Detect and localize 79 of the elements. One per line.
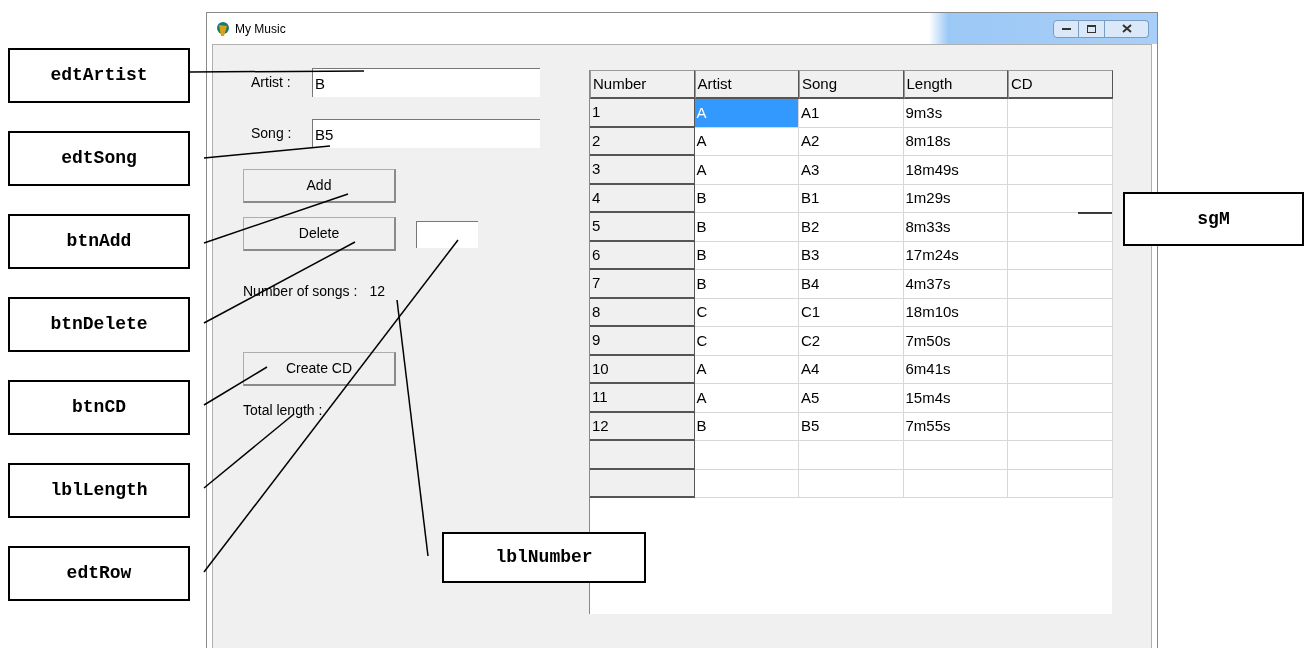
row-header-cell: 1 (590, 99, 695, 128)
table-cell: B2 (799, 213, 904, 242)
table-cell: A1 (799, 99, 904, 128)
table-cell: A2 (799, 127, 904, 156)
row-header-cell: 6 (590, 241, 695, 270)
app-icon (215, 20, 231, 37)
row-field[interactable] (416, 220, 478, 248)
length-label: Total length : (243, 401, 323, 420)
callout-label: edtArtist (8, 48, 190, 103)
table-cell: 1m29s (903, 184, 1008, 213)
row-header-cell: 2 (590, 127, 695, 156)
column-header: CD (1008, 70, 1113, 99)
field-label: Song : (251, 124, 293, 143)
row-header-cell: 9 (590, 327, 695, 356)
close-icon (1121, 24, 1132, 33)
row-header-cell: 7 (590, 270, 695, 299)
row-header-cell: 5 (590, 213, 695, 242)
callout-label: edtSong (8, 131, 190, 186)
table-cell: A4 (799, 355, 904, 384)
callout-label: sgM (1123, 192, 1304, 246)
minimize-button[interactable] (1053, 19, 1079, 38)
table-cell: A3 (799, 156, 904, 185)
table-cell: 8m33s (903, 213, 1008, 242)
song-field[interactable]: B5 (312, 119, 540, 148)
callout-label: lblLength (8, 463, 190, 518)
row-header-cell: 11 (590, 384, 695, 413)
table-cell: B (694, 241, 799, 270)
callout-label: btnDelete (8, 297, 190, 352)
table-cell: A (694, 384, 799, 413)
table-cell: A (694, 99, 799, 128)
table-cell: B (694, 412, 799, 441)
table-cell: A (694, 127, 799, 156)
table-cell: 7m55s (903, 412, 1008, 441)
column-header: Artist (694, 70, 799, 99)
table-cell: B5 (799, 412, 904, 441)
row-header-cell: 10 (590, 355, 695, 384)
table-cell: B (694, 213, 799, 242)
artist-field[interactable]: B (312, 68, 540, 97)
table-cell: C (694, 327, 799, 356)
table-cell: 17m24s (903, 241, 1008, 270)
table-cell: 6m41s (903, 355, 1008, 384)
songs-count: 12 (369, 282, 385, 301)
table-cell: A5 (799, 384, 904, 413)
table-cell: 7m50s (903, 327, 1008, 356)
field-label: Artist : (251, 73, 292, 92)
table-cell: A (694, 355, 799, 384)
callout-label: lblNumber (442, 532, 646, 583)
table-cell: A (694, 156, 799, 185)
maximize-button[interactable] (1079, 19, 1105, 38)
callout-label: btnCD (8, 380, 190, 435)
leader-line (1077, 212, 1113, 214)
table-cell: C1 (799, 298, 904, 327)
column-header: Number (590, 70, 695, 99)
table-cell: 4m37s (903, 270, 1008, 299)
table-cell: B (694, 184, 799, 213)
row-header-cell: 4 (590, 184, 695, 213)
table-cell: B4 (799, 270, 904, 299)
push-button[interactable]: Create CD (243, 352, 396, 386)
table-cell: 15m4s (903, 384, 1008, 413)
push-button[interactable]: Add (243, 169, 396, 203)
callout-label: edtRow (8, 546, 190, 601)
window-title: My Music (235, 20, 286, 38)
column-header: Song (799, 70, 904, 99)
table-cell: C2 (799, 327, 904, 356)
row-header-cell: 12 (590, 412, 695, 441)
table-cell: B3 (799, 241, 904, 270)
push-button[interactable]: Delete (243, 217, 396, 251)
callout-label: btnAdd (8, 214, 190, 269)
row-header-cell: 3 (590, 156, 695, 185)
table-cell: 8m18s (903, 127, 1008, 156)
table-cell: 9m3s (903, 99, 1008, 128)
table-cell: 18m10s (903, 298, 1008, 327)
row-header-cell: 8 (590, 298, 695, 327)
column-header: Length (903, 70, 1008, 99)
close-button[interactable] (1105, 19, 1149, 38)
table-cell: C (694, 298, 799, 327)
table-cell: B1 (799, 184, 904, 213)
table-cell: 18m49s (903, 156, 1008, 185)
table-cell: B (694, 270, 799, 299)
